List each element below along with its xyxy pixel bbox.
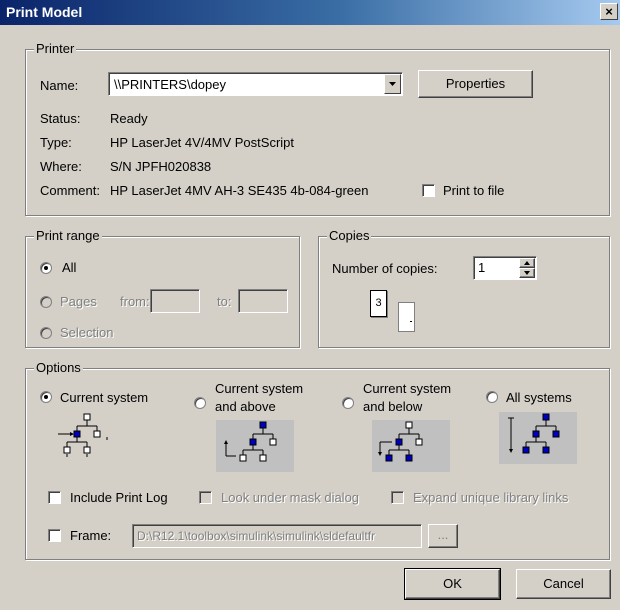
type-value: HP LaserJet 4V/4MV PostScript [110, 135, 295, 150]
printer-group-label: Printer [34, 41, 77, 56]
range-pages-radio[interactable] [40, 296, 52, 308]
frame-browse-label: ... [437, 527, 449, 542]
number-of-copies-label: Number of copies: [332, 261, 438, 276]
spin-down-button[interactable] [519, 268, 535, 278]
range-selection-label[interactable]: Selection [60, 325, 113, 340]
range-all-radio[interactable] [40, 262, 52, 274]
look-under-mask-checkbox[interactable] [199, 491, 212, 504]
opt-current-and-above-radio[interactable] [194, 397, 206, 409]
range-from-input[interactable] [150, 289, 200, 313]
cancel-button-label: Cancel [543, 576, 584, 591]
opt-all-systems-radio[interactable] [486, 391, 498, 403]
range-selection-radio[interactable] [40, 327, 52, 339]
collate-page-icon: 3 [370, 290, 387, 317]
ok-button-label: OK [443, 576, 462, 591]
spin-up-icon [524, 261, 530, 265]
all-systems-diagram-icon [499, 412, 577, 464]
current-and-above-diagram-icon [216, 420, 294, 472]
opt-current-and-below-label-1[interactable]: Current system [363, 381, 451, 396]
spin-down-icon [524, 271, 530, 275]
where-value: S/N JPFH020838 [110, 159, 212, 174]
range-pages-label[interactable]: Pages [60, 294, 97, 309]
current-system-diagram-icon [50, 412, 128, 464]
options-group-label: Options [34, 360, 83, 375]
opt-current-and-below-label-2[interactable]: and below [363, 399, 422, 414]
frame-label[interactable]: Frame: [70, 528, 111, 543]
print-to-file-label[interactable]: Print to file [443, 183, 504, 198]
opt-current-system-label[interactable]: Current system [60, 390, 148, 405]
expand-library-links-checkbox[interactable] [391, 491, 404, 504]
number-of-copies-value: 1 [478, 260, 486, 275]
frame-path-input[interactable]: D:\R12.1\toolbox\simulink\simulink\sldef… [132, 524, 422, 548]
look-under-mask-label[interactable]: Look under mask dialog [221, 490, 359, 505]
print-model-dialog: Print Model × Printer Name: \\PRINTERS\d… [0, 0, 620, 610]
chevron-down-icon [389, 82, 396, 86]
ok-button[interactable]: OK [404, 568, 501, 600]
comment-value: HP LaserJet 4MV AH-3 SE435 4b-084-green [110, 183, 369, 198]
number-of-copies-input[interactable]: 1 [473, 256, 537, 280]
printer-name-value: \\PRINTERS\dopey [114, 77, 226, 92]
opt-current-and-below-radio[interactable] [342, 397, 354, 409]
expand-library-links-label[interactable]: Expand unique library links [413, 490, 568, 505]
range-from-label: from: [120, 294, 150, 309]
properties-button-label: Properties [445, 76, 506, 91]
copies-group: Copies [318, 228, 610, 348]
printer-name-label: Name: [40, 78, 79, 93]
cancel-button[interactable]: Cancel [516, 569, 611, 599]
print-to-file-checkbox[interactable] [422, 184, 435, 197]
dropdown-button[interactable] [384, 74, 401, 94]
properties-button[interactable]: Properties [418, 70, 533, 98]
frame-path-value: D:\R12.1\toolbox\simulink\simulink\sldef… [137, 529, 376, 543]
range-all-label[interactable]: All [62, 260, 76, 275]
copies-group-label: Copies [327, 228, 372, 243]
collate-page-number: 3 [375, 297, 382, 309]
current-and-below-diagram-icon [372, 420, 450, 472]
comment-label: Comment: [40, 183, 100, 198]
dialog-title: Print Model [6, 4, 83, 20]
range-to-input[interactable] [238, 289, 288, 313]
printer-name-select[interactable]: \\PRINTERS\dopey [108, 72, 403, 96]
opt-current-and-above-label-1[interactable]: Current system [215, 381, 303, 396]
include-print-log-label[interactable]: Include Print Log [70, 490, 168, 505]
opt-current-and-above-label-2[interactable]: and above [215, 399, 276, 414]
where-label: Where: [40, 159, 82, 174]
frame-browse-button[interactable]: ... [428, 524, 458, 548]
title-bar[interactable]: Print Model × [0, 0, 620, 25]
include-print-log-checkbox[interactable] [48, 491, 61, 504]
status-label: Status: [40, 111, 81, 126]
opt-all-systems-label[interactable]: All systems [506, 390, 572, 405]
frame-checkbox[interactable] [48, 529, 61, 542]
close-icon: × [605, 4, 613, 19]
status-value: Ready [110, 111, 148, 126]
print-range-group-label: Print range [34, 228, 102, 243]
opt-current-system-radio[interactable] [40, 391, 52, 403]
range-to-label: to: [217, 294, 232, 309]
spin-up-button[interactable] [519, 258, 535, 268]
type-label: Type: [40, 135, 72, 150]
collate-page-icon-2 [398, 302, 415, 332]
close-button[interactable]: × [600, 3, 618, 20]
